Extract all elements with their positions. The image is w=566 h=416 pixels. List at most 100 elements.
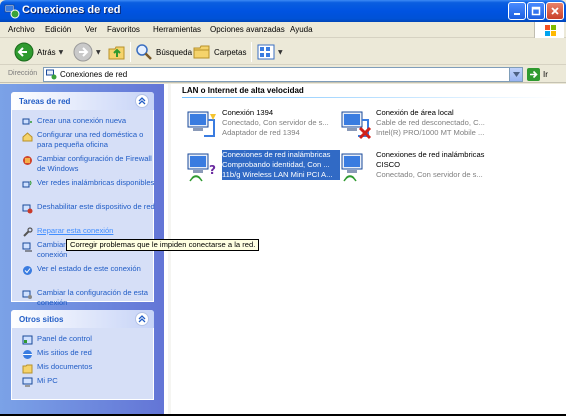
views-dropdown-caret-icon[interactable]: ▼ <box>278 49 283 56</box>
repair-icon <box>23 227 33 237</box>
task-label: Configurar una red doméstica o para pequ… <box>37 130 144 149</box>
menu-ver[interactable]: Ver <box>85 25 97 34</box>
connection-item[interactable]: Conexión 1394 Conectado, Con servidor de… <box>184 108 344 148</box>
go-button[interactable] <box>527 68 540 81</box>
explorer-window: Conexiones de red Archivo Edición Ver Fa… <box>0 0 566 414</box>
minimize-icon <box>514 13 520 15</box>
menu-edicion[interactable]: Edición <box>45 25 71 34</box>
maximize-icon <box>531 6 541 16</box>
connection-name: Conexiones de red inalámbricas <box>222 150 340 160</box>
title-bar[interactable]: Conexiones de red <box>0 0 566 22</box>
firewall-icon <box>23 156 32 165</box>
forward-arrow-icon <box>73 42 93 62</box>
network-tasks-header[interactable]: Tareas de red <box>11 92 154 110</box>
chevron-down-icon <box>512 72 520 77</box>
back-button[interactable]: Atrás ▼ <box>14 41 63 63</box>
wireless-icon <box>22 180 32 188</box>
place-label: Panel de control <box>37 334 92 343</box>
network-connections-icon <box>4 4 20 19</box>
other-places-panel: Otros sitios Panel de control Mis sitios… <box>11 310 154 400</box>
toolbar: Atrás ▼ ▼ Búsqueda Carpetas ▼ <box>0 39 566 65</box>
task-label: Ver redes inalámbricas disponibles <box>37 178 155 187</box>
place-label: Mis documentos <box>37 362 93 371</box>
up-folder-icon <box>108 46 125 60</box>
minimize-button[interactable] <box>508 2 526 20</box>
connection-text: Conexiones de red inalámbricas Comproban… <box>222 150 340 180</box>
other-places-title: Otros sitios <box>19 315 64 324</box>
views-icon <box>257 44 275 60</box>
search-label: Búsqueda <box>156 47 193 57</box>
svg-text:?: ? <box>209 163 216 177</box>
toolbar-separator <box>130 42 131 62</box>
network-places-icon <box>23 350 32 359</box>
address-input[interactable]: Conexiones de red <box>43 67 523 82</box>
connection-text: Conexión de área local Cable de red desc… <box>376 108 494 138</box>
place-label: Mis sitios de red <box>37 348 92 357</box>
menu-archivo[interactable]: Archivo <box>8 25 35 34</box>
up-folder-button[interactable] <box>107 41 127 63</box>
search-icon <box>136 44 152 60</box>
documents-icon <box>22 364 33 374</box>
forward-button[interactable]: ▼ <box>73 41 101 63</box>
connection-item[interactable]: Conexión de área local Cable de red desc… <box>338 108 498 148</box>
folders-label: Carpetas <box>214 47 247 57</box>
back-label: Atrás <box>37 47 56 57</box>
disable-device-icon <box>22 204 33 214</box>
connection-device: Intel(R) PRO/1000 MT Mobile ... <box>376 128 485 137</box>
collapse-button[interactable] <box>135 312 149 326</box>
network-tasks-title: Tareas de red <box>19 97 71 106</box>
lan-disconnected-icon <box>341 111 372 140</box>
connection-status: Conectado, Con servidor de s... <box>222 118 329 127</box>
task-label: Cambiar configuración de Firewall de Win… <box>37 154 152 173</box>
forward-dropdown-caret-icon[interactable]: ▼ <box>96 49 101 56</box>
my-computer-icon <box>22 377 33 387</box>
connection-device: Conectado, Con servidor de s... <box>376 170 483 179</box>
search-button[interactable]: Búsqueda <box>135 41 192 63</box>
address-dropdown-button[interactable] <box>509 68 522 81</box>
double-chevron-up-icon <box>138 97 146 105</box>
connection-name: Conexión 1394 <box>222 108 274 117</box>
close-button[interactable] <box>546 2 564 20</box>
folders-button[interactable]: Carpetas <box>193 41 246 63</box>
views-button[interactable]: ▼ <box>257 41 283 63</box>
go-label[interactable]: Ir <box>543 70 548 79</box>
home-network-icon <box>22 132 33 142</box>
other-places-body: Panel de control Mis sitios de red Mis d… <box>11 328 154 400</box>
task-label: Deshabilitar este dispositivo de red <box>37 202 155 211</box>
lan-connected-icon <box>187 111 216 137</box>
folders-icon <box>193 45 210 59</box>
connection-device: 11b/g Wireless LAN Mini PCI A... <box>222 170 340 180</box>
group-divider <box>182 97 556 98</box>
place-label: Mi PC <box>37 376 58 385</box>
status-icon <box>23 266 32 275</box>
back-dropdown-caret-icon[interactable]: ▼ <box>59 49 64 56</box>
network-connections-icon <box>46 69 57 80</box>
control-panel-icon <box>22 335 33 345</box>
double-chevron-up-icon <box>138 315 146 323</box>
menu-herramientas[interactable]: Herramientas <box>153 25 201 34</box>
collapse-button[interactable] <box>135 94 149 108</box>
other-places-header[interactable]: Otros sitios <box>11 310 154 328</box>
connection-name: Conexiones de red inalámbricas <box>376 150 485 159</box>
connection-item-selected[interactable]: ? Conexiones de red inalámbricas Comprob… <box>184 150 344 190</box>
connection-ssid: CISCO <box>376 160 401 169</box>
network-tasks-panel: Tareas de red Crear una conexión nueva C… <box>11 92 155 307</box>
connection-text: Conexiones de red inalámbricas CISCO Con… <box>376 150 494 180</box>
group-header: LAN o Internet de alta velocidad <box>182 86 304 95</box>
tooltip: Corregir problemas que le impiden conect… <box>66 239 260 251</box>
task-label: Crear una conexión nueva <box>37 116 127 125</box>
wireless-connected-icon <box>341 153 363 182</box>
connection-item[interactable]: Conexiones de red inalámbricas CISCO Con… <box>338 150 498 190</box>
menu-opciones-avanzadas[interactable]: Opciones avanzadas <box>210 25 285 34</box>
connection-device: Adaptador de red 1394 <box>222 128 300 137</box>
back-arrow-icon <box>14 42 34 62</box>
address-label: Dirección <box>8 70 38 77</box>
menu-favoritos[interactable]: Favoritos <box>107 25 140 34</box>
connection-name: Conexión de área local <box>376 108 454 117</box>
menu-bar: Archivo Edición Ver Favoritos Herramient… <box>0 22 566 38</box>
menu-ayuda[interactable]: Ayuda <box>290 25 313 34</box>
wireless-checking-icon: ? <box>187 153 216 182</box>
maximize-button[interactable] <box>527 2 545 20</box>
go-arrow-icon <box>530 70 538 79</box>
toolbar-separator <box>251 42 252 62</box>
